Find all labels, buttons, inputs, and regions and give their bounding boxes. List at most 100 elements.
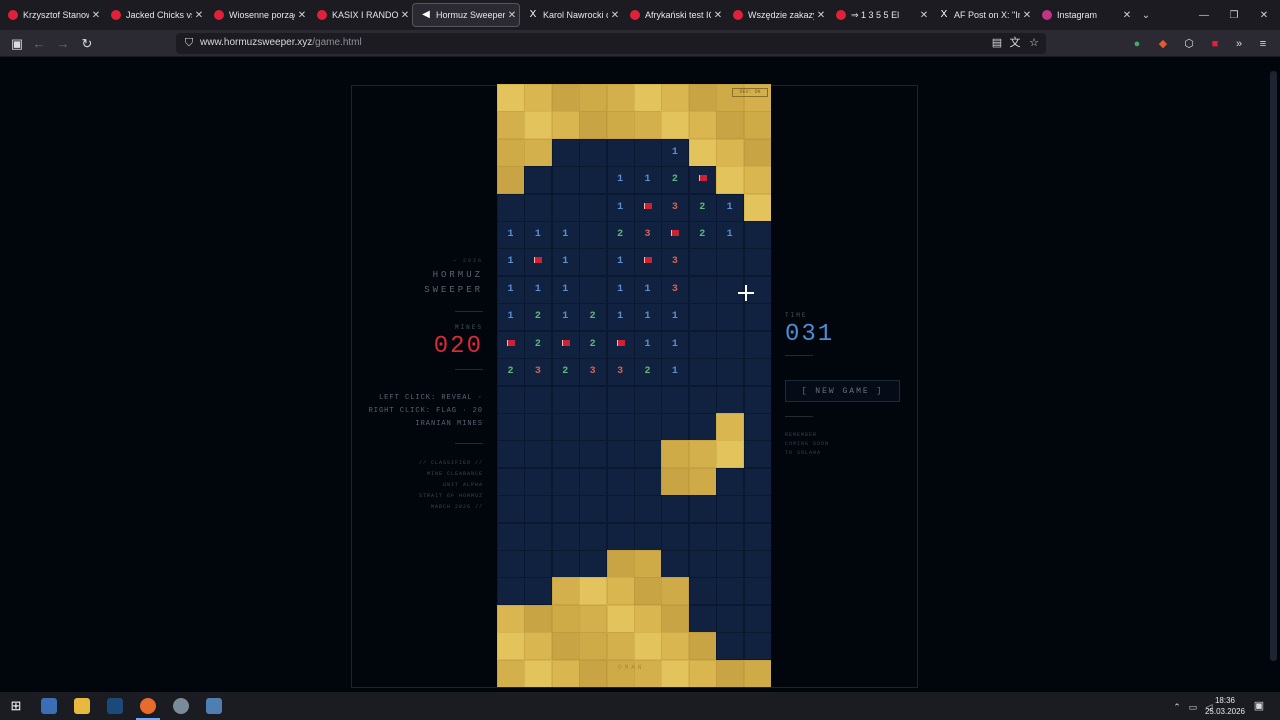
- land-cell[interactable]: [579, 632, 608, 661]
- water-cell[interactable]: [688, 577, 717, 606]
- water-cell[interactable]: [716, 303, 745, 332]
- water-cell[interactable]: [524, 440, 553, 469]
- notifications-icon[interactable]: ▣: [1252, 699, 1266, 713]
- tab-6[interactable]: X Karol Nawrocki on✕: [520, 0, 622, 30]
- water-cell[interactable]: [524, 577, 553, 606]
- number-cell[interactable]: 2: [689, 194, 716, 221]
- number-cell[interactable]: 2: [524, 331, 551, 358]
- land-cell[interactable]: [634, 577, 662, 606]
- water-cell[interactable]: [634, 440, 662, 469]
- water-cell[interactable]: [579, 248, 608, 277]
- number-cell[interactable]: 2: [552, 358, 579, 385]
- land-cell[interactable]: [743, 138, 771, 167]
- water-cell[interactable]: [661, 385, 690, 414]
- land-cell[interactable]: [743, 111, 771, 140]
- water-cell[interactable]: [551, 385, 580, 414]
- number-cell[interactable]: 1: [661, 303, 688, 330]
- water-cell[interactable]: [716, 604, 745, 633]
- number-cell[interactable]: 3: [524, 358, 551, 385]
- water-cell[interactable]: [743, 358, 771, 387]
- calculator-icon[interactable]: [206, 698, 222, 714]
- flag-icon[interactable]: [689, 166, 716, 193]
- water-cell[interactable]: [688, 495, 717, 524]
- water-cell[interactable]: [661, 549, 690, 578]
- water-cell[interactable]: [716, 358, 745, 387]
- flag-icon[interactable]: [497, 331, 524, 358]
- land-cell[interactable]: [551, 604, 580, 633]
- start-icon[interactable]: ⊞: [8, 698, 24, 714]
- water-cell[interactable]: [716, 522, 745, 551]
- number-cell[interactable]: 1: [607, 166, 634, 193]
- water-cell[interactable]: [716, 385, 745, 414]
- land-cell[interactable]: [497, 166, 525, 195]
- overflow-menu-icon[interactable]: »: [1232, 37, 1246, 51]
- minesweeper-board[interactable]: 1112132111123211113111113121211122112323…: [497, 84, 771, 687]
- water-cell[interactable]: [551, 138, 580, 167]
- land-cell[interactable]: [606, 604, 635, 633]
- number-cell[interactable]: 1: [524, 276, 551, 303]
- water-cell[interactable]: [606, 385, 635, 414]
- close-window-icon[interactable]: ✕: [1248, 0, 1280, 30]
- close-tab-icon[interactable]: ✕: [505, 10, 519, 21]
- land-cell[interactable]: [606, 549, 635, 578]
- land-cell[interactable]: [688, 659, 717, 687]
- land-cell[interactable]: [497, 84, 525, 112]
- number-cell[interactable]: 2: [579, 331, 606, 358]
- water-cell[interactable]: [606, 412, 635, 441]
- land-cell[interactable]: [606, 111, 635, 140]
- land-cell[interactable]: [661, 604, 690, 633]
- number-cell[interactable]: 1: [607, 276, 634, 303]
- number-cell[interactable]: 1: [634, 166, 661, 193]
- number-cell[interactable]: 2: [661, 166, 688, 193]
- water-cell[interactable]: [716, 632, 745, 661]
- land-cell[interactable]: [606, 577, 635, 606]
- extensions-puzzle-icon[interactable]: ⬡: [1182, 37, 1196, 51]
- close-tab-icon[interactable]: ✕: [814, 10, 828, 21]
- water-cell[interactable]: [688, 275, 717, 304]
- number-cell[interactable]: 1: [552, 221, 579, 248]
- number-cell[interactable]: 1: [634, 303, 661, 330]
- site-info-icon[interactable]: ⛉: [182, 36, 196, 50]
- water-cell[interactable]: [606, 138, 635, 167]
- water-cell[interactable]: [579, 275, 608, 304]
- water-cell[interactable]: [688, 303, 717, 332]
- land-cell[interactable]: [579, 659, 608, 687]
- number-cell[interactable]: 3: [634, 221, 661, 248]
- water-cell[interactable]: [524, 467, 553, 496]
- list-all-tabs-icon[interactable]: ⌄: [1130, 0, 1162, 30]
- water-cell[interactable]: [716, 248, 745, 277]
- tab-7[interactable]: Afrykański test IQ ✕: [622, 0, 725, 30]
- water-cell[interactable]: [551, 549, 580, 578]
- water-cell[interactable]: [497, 467, 525, 496]
- number-cell[interactable]: 2: [634, 358, 661, 385]
- land-cell[interactable]: [524, 138, 553, 167]
- back-icon[interactable]: ←: [30, 35, 48, 53]
- address-bar[interactable]: ⛉ www.hormuzsweeper.xyz/game.html ▤ 文 ☆: [176, 33, 1046, 54]
- water-cell[interactable]: [634, 412, 662, 441]
- network-icon[interactable]: ▭: [1186, 700, 1200, 714]
- land-cell[interactable]: [524, 632, 553, 661]
- water-cell[interactable]: [743, 330, 771, 359]
- water-cell[interactable]: [743, 248, 771, 277]
- number-cell[interactable]: 1: [552, 276, 579, 303]
- water-cell[interactable]: [743, 385, 771, 414]
- land-cell[interactable]: [634, 111, 662, 140]
- water-cell[interactable]: [606, 440, 635, 469]
- water-cell[interactable]: [661, 495, 690, 524]
- number-cell[interactable]: 2: [689, 221, 716, 248]
- close-tab-icon[interactable]: ✕: [608, 10, 622, 21]
- water-cell[interactable]: [661, 522, 690, 551]
- water-cell[interactable]: [743, 604, 771, 633]
- water-cell[interactable]: [661, 412, 690, 441]
- minimize-icon[interactable]: —: [1188, 0, 1220, 30]
- water-cell[interactable]: [579, 440, 608, 469]
- bookmark-star-icon[interactable]: ☆: [1027, 36, 1041, 50]
- land-cell[interactable]: [579, 604, 608, 633]
- water-cell[interactable]: [524, 412, 553, 441]
- land-cell[interactable]: [716, 659, 745, 687]
- land-cell[interactable]: [688, 440, 717, 469]
- tab-4[interactable]: KASIX I RANDOM✕: [309, 0, 412, 30]
- water-cell[interactable]: [688, 604, 717, 633]
- water-cell[interactable]: [551, 467, 580, 496]
- land-cell[interactable]: [551, 577, 580, 606]
